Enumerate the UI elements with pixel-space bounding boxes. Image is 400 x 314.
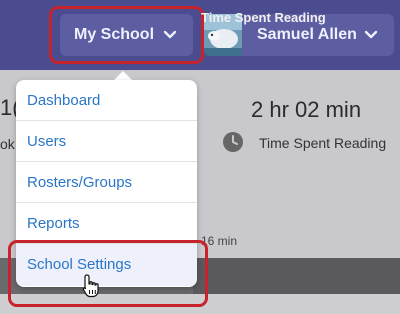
top-navigation-bar: My School Samuel Allen <box>0 0 400 70</box>
user-name: Samuel Allen <box>257 26 357 43</box>
time-spent-reading-label: Time Spent Reading <box>259 135 387 151</box>
menu-item-users[interactable]: Users <box>16 121 197 162</box>
menu-item-rosters-groups[interactable]: Rosters/Groups <box>16 162 197 203</box>
hand-pointer-cursor-icon <box>82 274 99 298</box>
annotation-highlight-school-settings <box>8 240 208 307</box>
menu-item-reports[interactable]: Reports <box>16 203 197 244</box>
column-header-time-spent-reading[interactable]: Time Spent Reading <box>201 10 326 25</box>
stat-label-left: ok <box>0 136 15 152</box>
chevron-down-icon <box>364 30 378 39</box>
time-spent-reading-value: 2 hr 02 min <box>251 97 362 122</box>
clock-icon <box>223 132 243 152</box>
menu-item-dashboard[interactable]: Dashboard <box>16 80 197 121</box>
annotation-highlight-school-button <box>49 6 204 64</box>
